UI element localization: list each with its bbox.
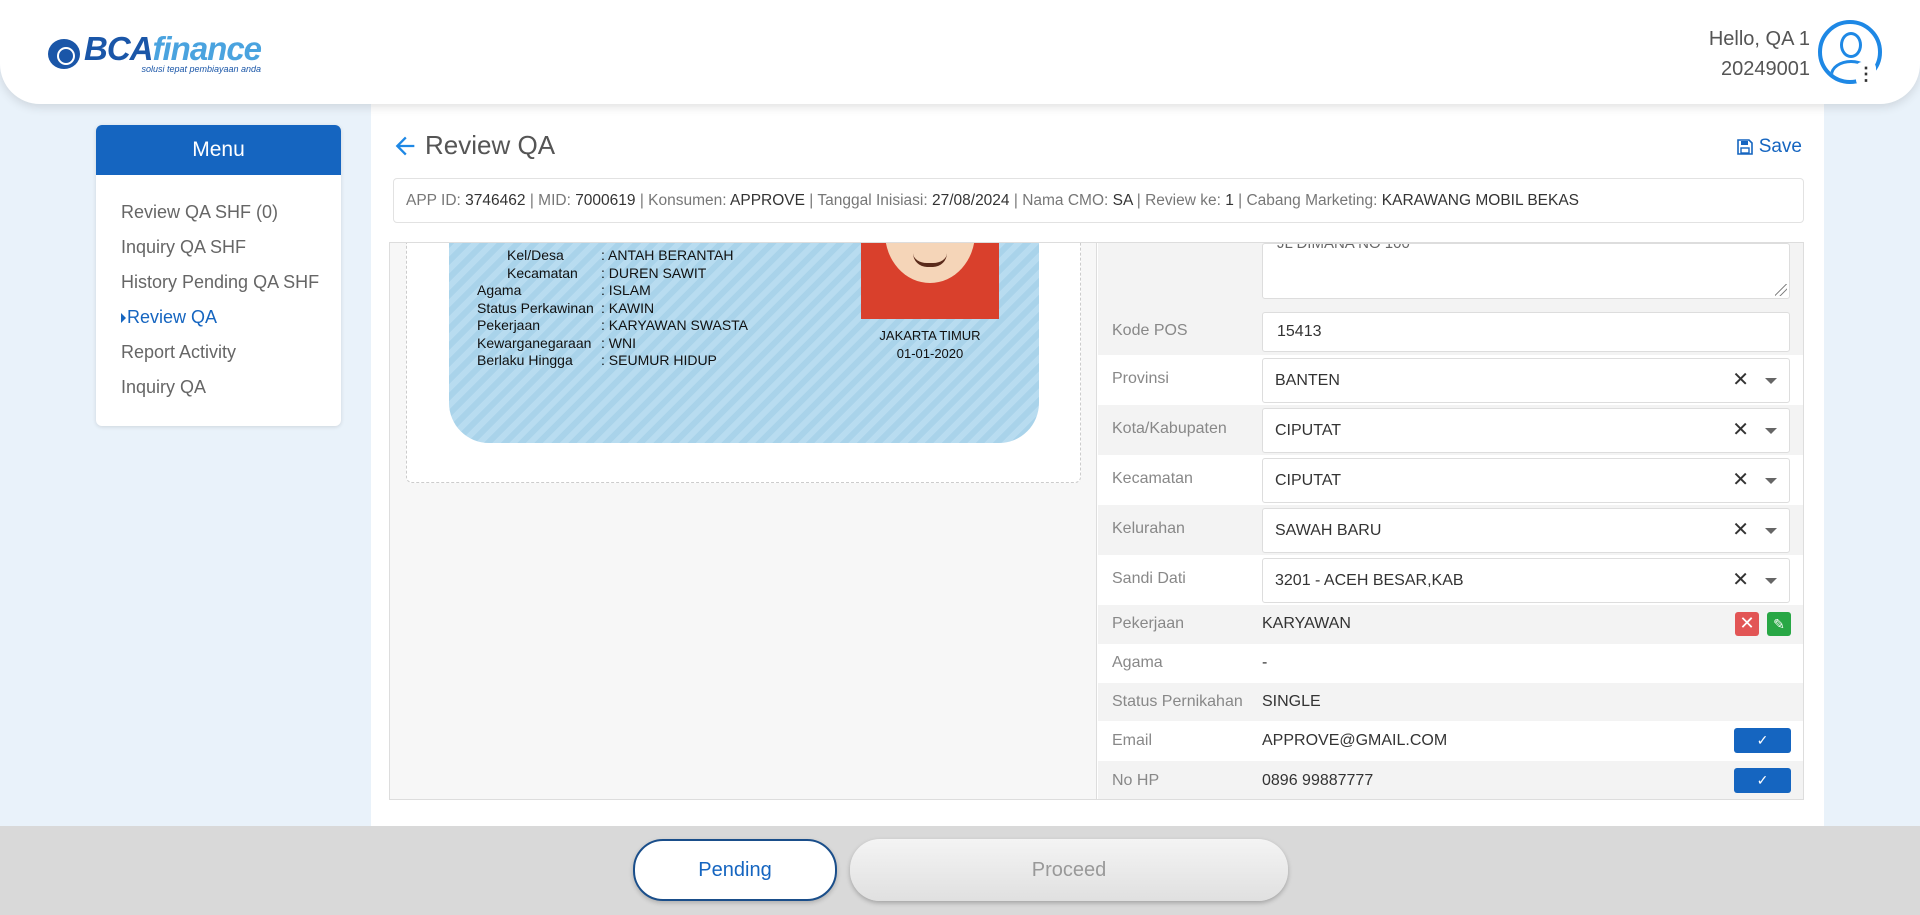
provinsi-row: Provinsi BANTEN ✕ [1098, 355, 1803, 405]
user-id: 20249001 [1721, 58, 1810, 80]
email-row: Email APPROVE@GMAIL.COM ✓ [1098, 721, 1803, 761]
menu-title: Menu [96, 125, 341, 175]
clear-icon[interactable]: ✕ [1732, 409, 1749, 452]
back-arrow-icon[interactable] [391, 132, 419, 160]
kecamatan-select[interactable]: CIPUTAT ✕ [1262, 458, 1790, 503]
no-hp-row: No HP 0896 99887777 ✓ [1098, 761, 1803, 799]
alamat-row: JL DIMANA NO 100 [1098, 243, 1803, 309]
kota-select[interactable]: CIPUTAT ✕ [1262, 408, 1790, 453]
user-greeting: Hello, QA 1 [1708, 28, 1810, 50]
bca-logo-icon [48, 39, 80, 69]
data-form: JL DIMANA NO 100 Kode POS 15413 Provinsi… [1098, 243, 1803, 799]
email-value: APPROVE@GMAIL.COM [1262, 732, 1448, 749]
kode-pos-input[interactable]: 15413 [1262, 312, 1790, 352]
edit-button[interactable]: ✎ [1767, 612, 1791, 636]
main-panel: Review QA Save APP ID: 3746462 | MID: 70… [371, 104, 1824, 826]
page-title: Review QA [425, 130, 556, 160]
sidebar-item-inquiry-qa[interactable]: Inquiry QA [96, 370, 341, 405]
resize-handle-icon[interactable] [1775, 284, 1787, 296]
ktp-photo [861, 243, 999, 319]
bcafinance-logo[interactable]: BCAfinance solusi tepat pembiayaan anda [48, 32, 262, 74]
agama-value: - [1262, 654, 1268, 671]
kelurahan-select[interactable]: SAWAH BARU ✕ [1262, 508, 1790, 553]
sidebar-item-history-pending-qa-shf[interactable]: History Pending QA SHF [96, 265, 341, 300]
provinsi-select[interactable]: BANTEN ✕ [1262, 358, 1790, 403]
status-pernikahan-row: Status Pernikahan SINGLE [1098, 683, 1803, 721]
chevron-down-icon[interactable] [1765, 378, 1777, 384]
sidebar-item-report-activity[interactable]: Report Activity [96, 335, 341, 370]
clear-icon[interactable]: ✕ [1732, 459, 1749, 502]
alamat-textarea[interactable]: JL DIMANA NO 100 [1262, 243, 1790, 299]
ktp-city: JAKARTA TIMUR [879, 328, 981, 343]
ktp-image-container[interactable]: Kel/Desa: ANTAH BERANTAH Kecamatan: DURE… [406, 243, 1081, 483]
action-footer: Pending Proceed [0, 826, 1920, 915]
status-pernikahan-value: SINGLE [1262, 693, 1321, 710]
clear-icon[interactable]: ✕ [1732, 359, 1749, 402]
ktp-image: Kel/Desa: ANTAH BERANTAH Kecamatan: DURE… [449, 243, 1039, 443]
kecamatan-row: Kecamatan CIPUTAT ✕ [1098, 455, 1803, 505]
reject-button[interactable]: ✕ [1735, 612, 1759, 636]
chevron-down-icon[interactable] [1765, 528, 1777, 534]
sidebar-item-review-qa-shf[interactable]: Review QA SHF (0) [96, 195, 341, 230]
chevron-down-icon[interactable] [1765, 428, 1777, 434]
save-icon [1736, 139, 1753, 155]
review-content: Kel/Desa: ANTAH BERANTAH Kecamatan: DURE… [389, 242, 1804, 800]
sidebar-item-inquiry-qa-shf[interactable]: Inquiry QA SHF [96, 230, 341, 265]
sandi-dati-select[interactable]: 3201 - ACEH BESAR,KAB ✕ [1262, 558, 1790, 603]
verify-email-button[interactable]: ✓ [1734, 728, 1791, 753]
clear-icon[interactable]: ✕ [1732, 559, 1749, 602]
sidebar-item-review-qa[interactable]: Review QA [96, 300, 341, 335]
pekerjaan-value: KARYAWAN [1262, 615, 1351, 632]
kode-pos-row: Kode POS 15413 [1098, 309, 1803, 355]
verify-phone-button[interactable]: ✓ [1734, 768, 1791, 793]
app-header: BCAfinance solusi tepat pembiayaan anda … [0, 0, 1920, 104]
proceed-button[interactable]: Proceed [850, 839, 1288, 901]
logo-brand-part2: finance [152, 30, 263, 67]
kota-row: Kota/Kabupaten CIPUTAT ✕ [1098, 405, 1803, 455]
document-preview-panel: Kel/Desa: ANTAH BERANTAH Kecamatan: DURE… [390, 243, 1097, 799]
agama-row: Agama - [1112, 654, 1268, 671]
chevron-down-icon[interactable] [1765, 578, 1777, 584]
user-info: Hello, QA 1 20249001 [1709, 24, 1810, 84]
user-icon [1840, 32, 1862, 58]
chevron-down-icon[interactable] [1765, 478, 1777, 484]
logo-brand-part1: BCA [84, 30, 153, 67]
pekerjaan-row: Pekerjaan KARYAWAN ✕ ✎ [1098, 605, 1803, 644]
application-info-bar: APP ID: 3746462 | MID: 7000619 | Konsume… [393, 178, 1804, 223]
logo-tagline: solusi tepat pembiayaan anda [141, 64, 262, 74]
sidebar-menu: Menu Review QA SHF (0) Inquiry QA SHF Hi… [96, 125, 341, 426]
sandi-dati-row: Sandi Dati 3201 - ACEH BESAR,KAB ✕ [1098, 555, 1803, 605]
pending-button[interactable]: Pending [633, 839, 837, 901]
save-button[interactable]: Save [1736, 136, 1802, 158]
ktp-date: 01-01-2020 [896, 346, 964, 361]
clear-icon[interactable]: ✕ [1732, 509, 1749, 552]
more-vertical-icon[interactable]: ⋮ [1856, 62, 1876, 86]
no-hp-value: 0896 99887777 [1262, 772, 1374, 789]
kelurahan-row: Kelurahan SAWAH BARU ✕ [1098, 505, 1803, 555]
